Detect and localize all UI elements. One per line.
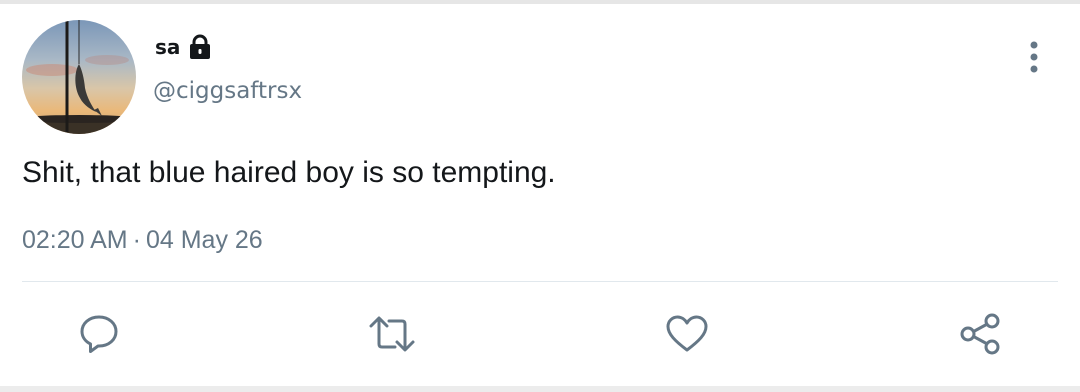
tweet-text: Shit, that blue haired boy is so temptin… <box>22 156 556 189</box>
retweet-button[interactable] <box>368 310 416 358</box>
reply-button[interactable] <box>75 310 123 358</box>
top-border <box>0 0 1080 4</box>
reply-icon <box>80 315 118 353</box>
tweet-time: 02:20 AM <box>22 226 128 254</box>
lock-icon <box>188 34 212 60</box>
avatar[interactable] <box>22 20 136 134</box>
timestamp-separator: · <box>132 226 141 254</box>
share-icon <box>960 313 1000 355</box>
share-button[interactable] <box>957 310 1005 358</box>
display-name[interactable]: sa <box>155 33 180 61</box>
user-name-row[interactable]: sa <box>155 33 212 61</box>
bottom-border <box>0 386 1080 392</box>
tweet-date: 04 May 26 <box>145 226 263 254</box>
tweet-timestamp: 02:20 AM · 04 May 26 <box>22 224 263 256</box>
heart-icon <box>666 315 708 352</box>
like-button[interactable] <box>663 310 711 358</box>
more-options-button[interactable] <box>1018 40 1050 74</box>
avatar-image <box>22 20 136 134</box>
divider <box>22 281 1058 282</box>
more-vertical-icon <box>1030 41 1038 73</box>
user-handle[interactable]: @ciggsaftrsx <box>153 76 302 106</box>
retweet-icon <box>369 316 415 352</box>
